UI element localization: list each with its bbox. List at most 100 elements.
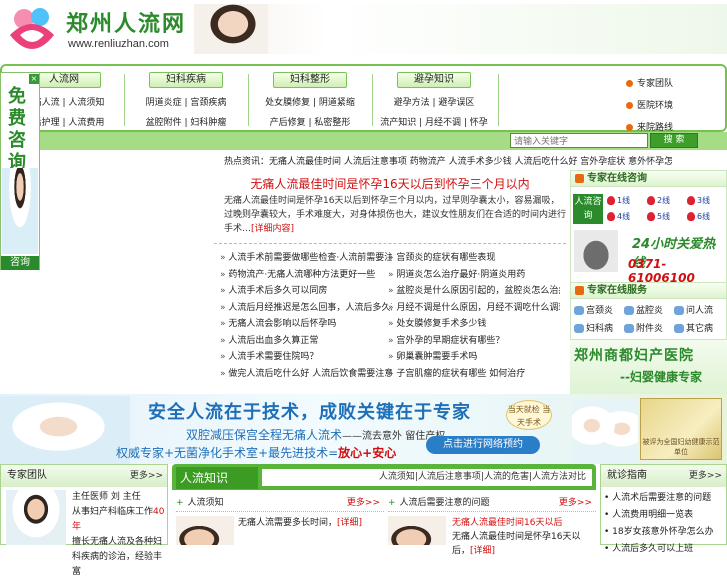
quick-link-environment[interactable]: 医院环境 (626, 98, 726, 111)
list-item[interactable]: 人流费用明细一览表 (604, 507, 726, 524)
divider (214, 243, 566, 244)
banner-nurse-photo (0, 396, 130, 464)
box-header: 专家团队 更多>> (1, 465, 167, 487)
service-item[interactable]: 问人流 (674, 303, 713, 316)
banner-formula: 权威专家+无菌净化手术室+最先进技术=放心+安心 (116, 446, 397, 460)
service-icon (575, 285, 584, 295)
nav-row[interactable]: 流产知识 | 月经不调 | 怀孕 (372, 115, 496, 128)
logo-icon[interactable] (4, 5, 60, 55)
nav-row[interactable]: 盆腔附件 | 妇科肿瘤 (126, 115, 246, 128)
qq-online-6[interactable]: 6线 (687, 211, 710, 222)
knowledge-sublinks[interactable]: 人流须知|人流后注意事项|人流的危害|人流方法对比 (262, 469, 592, 486)
online-booking-button[interactable]: 点击进行网络预约 (426, 436, 540, 454)
qq-online-2[interactable]: 2线 (647, 195, 670, 206)
more-link[interactable]: 更多>> (130, 465, 163, 487)
list-item[interactable]: 药物流产·无痛人流哪种方法更好一些 (220, 267, 392, 284)
more-link[interactable]: 更多>> (689, 465, 722, 487)
panel-header: 专家在线服务 (571, 283, 726, 299)
article-thumbnail[interactable] (388, 516, 446, 545)
knowledge-col-1-header: + 人流须知 更多>> (176, 494, 384, 512)
bullet-icon (626, 102, 633, 109)
list-item[interactable]: 无痛人流会影响以后怀孕吗 (220, 316, 392, 333)
nav-divider (124, 74, 125, 126)
banner-subline: 双腔减压保宫全程无痛人流术——流去意外 留住产权 (186, 428, 446, 442)
qq-online-3[interactable]: 3线 (687, 195, 710, 206)
nav-divider (498, 74, 499, 126)
list-item[interactable]: 宫颈炎的症状有哪些表现 (388, 250, 560, 267)
article-thumbnail[interactable] (176, 516, 234, 545)
top-banner-photo (198, 4, 268, 54)
service-item[interactable]: 宫颈炎 (574, 303, 613, 316)
bullet-icon (626, 124, 633, 131)
certificate-image: 被评为全国妇幼健康示范单位 (640, 398, 722, 460)
list-item[interactable]: 卵巢囊肿需要手术吗 (388, 349, 560, 366)
hotline-number[interactable]: 0371-61006100 (628, 257, 727, 285)
service-item[interactable]: 盆腔炎 (624, 303, 663, 316)
list-item[interactable]: 盆腔炎是什么原因引起的，盆腔炎怎么治疗好？ (388, 283, 560, 300)
doctor-info: 主任医师 刘 主任 从事妇产科临床工作40年 擅长无痛人流及各种妇科疾病的诊治，… (72, 492, 165, 577)
qq-online-1[interactable]: 1线 (607, 195, 630, 206)
article-snippet: 无痛人流需要多长时间，[详细] (238, 518, 363, 528)
hospital-name[interactable]: 郑州商都妇产医院 (574, 345, 694, 365)
guide-list: 人流术后需要注意的问题 人流费用明细一览表 18岁女孩意外怀孕怎么办 人流后多久… (604, 490, 726, 558)
box-header: 就诊指南 更多>> (601, 465, 726, 487)
doctor-photo[interactable] (6, 490, 66, 545)
nav-row[interactable]: 阴道炎症 | 宫颈疾病 (126, 95, 246, 108)
service-item[interactable]: 妇科病 (574, 321, 613, 334)
hot-keywords[interactable]: 热点资讯：无痛人流最佳时间 人流后注意事项 药物流产 人流手术多少钱 人流后吃什… (224, 154, 672, 167)
tab-knowledge[interactable]: 人流知识 (176, 467, 258, 489)
nav-head-3[interactable]: 妇科整形 (273, 72, 347, 88)
list-item[interactable]: 人流后月经推迟是怎么回事，人流后多久来月经正常？ (220, 300, 392, 317)
close-icon[interactable]: × (29, 74, 39, 84)
main-nav: 人流网 无痛人流 | 人流须知 术后护理 | 人流费用 妇科疾病 阴道炎症 | … (0, 64, 727, 133)
bullet-icon (626, 80, 633, 87)
search-button[interactable]: 搜 索 (650, 133, 698, 148)
doctor-avatar[interactable] (2, 168, 38, 254)
panel-header: 专家在线咨询 (571, 171, 726, 187)
more-link[interactable]: 更多>> (559, 494, 592, 512)
qq-online-4[interactable]: 4线 (607, 211, 630, 222)
banner-badge: 当天就检 当天手术 (506, 400, 552, 430)
list-item[interactable]: 月经不调是什么原因，月经不调吃什么调理好？ (388, 300, 560, 317)
nav-head-2[interactable]: 妇科疾病 (149, 72, 223, 88)
consult-badge[interactable]: 人流咨询 (573, 194, 603, 224)
nav-row[interactable]: 产后修复 | 私密整形 (250, 115, 370, 128)
article-list-left: 人流手术前需要做哪些检查·人流前需要注意什么 药物流产·无痛人流哪种方法更好一些… (220, 250, 392, 382)
nav-head-4[interactable]: 避孕知识 (397, 72, 471, 88)
list-item[interactable]: 人流后出血多久算正常 (220, 333, 392, 350)
phone-icon (574, 230, 618, 272)
nav-row[interactable]: 避孕方法 | 避孕误区 (372, 95, 496, 108)
list-item[interactable]: 人流手术后多久可以同房 (220, 283, 392, 300)
headline[interactable]: 无痛人流最佳时间是怀孕16天以后到怀孕三个月以内 (212, 175, 568, 192)
article-snippet: 无痛人流最佳时间16天以后 无痛人流最佳时间是怀孕16天以后，[详细] (452, 518, 581, 556)
free-consult-text[interactable]: 免费咨询 (8, 86, 32, 174)
search-input[interactable] (510, 133, 648, 148)
nav-col-2: 妇科疾病 阴道炎症 | 宫颈疾病 盆腔附件 | 妇科肿瘤 (126, 72, 246, 128)
expert-icon (575, 173, 584, 183)
read-more-link[interactable]: [详细内容] (251, 224, 294, 234)
list-item[interactable]: 做完人流后吃什么好 人流后饮食需要注意哪些事项 (220, 366, 392, 383)
consult-label[interactable]: 咨询 (1, 256, 39, 270)
article-list-right: 宫颈炎的症状有哪些表现 阴道炎怎么治疗最好·阴道炎用药 盆腔炎是什么原因引起的，… (388, 250, 560, 382)
more-link[interactable]: 更多>> (347, 494, 380, 512)
quick-link-experts[interactable]: 专家团队 (626, 76, 726, 89)
list-item[interactable]: 人流手术需要住院吗？ (220, 349, 392, 366)
nav-divider (248, 74, 249, 126)
list-item[interactable]: 人流手术前需要做哪些检查·人流前需要注意什么 (220, 250, 392, 267)
list-item[interactable]: 子宫肌瘤的症状有哪些 如何治疗 (388, 366, 560, 383)
nav-row[interactable]: 处女膜修复 | 阴道紧缩 (250, 95, 370, 108)
site-title[interactable]: 郑州人流网 (66, 6, 186, 38)
top-banner[interactable] (194, 4, 727, 54)
service-item[interactable]: 其它病 (674, 321, 713, 334)
site-url[interactable]: www.renliuzhan.com (68, 38, 169, 50)
headline-summary: 无痛人流最佳时间是怀孕16天以后到怀孕三个月以内，过早则孕囊太小，容易漏吸，过晚… (224, 196, 567, 234)
banner-nurses-photo (572, 400, 638, 464)
list-item[interactable]: 18岁女孩意外怀孕怎么办 (604, 524, 726, 541)
qq-online-5[interactable]: 5线 (647, 211, 670, 222)
list-item[interactable]: 阴道炎怎么治疗最好·阴道炎用药 (388, 267, 560, 284)
list-item[interactable]: 人流后多久可以上班 (604, 541, 726, 558)
list-item[interactable]: 人流术后需要注意的问题 (604, 490, 726, 507)
list-item[interactable]: 处女膜修复手术多少钱 (388, 316, 560, 333)
list-item[interactable]: 宫外孕的早期症状有哪些？ (388, 333, 560, 350)
service-item[interactable]: 附件炎 (624, 321, 663, 334)
